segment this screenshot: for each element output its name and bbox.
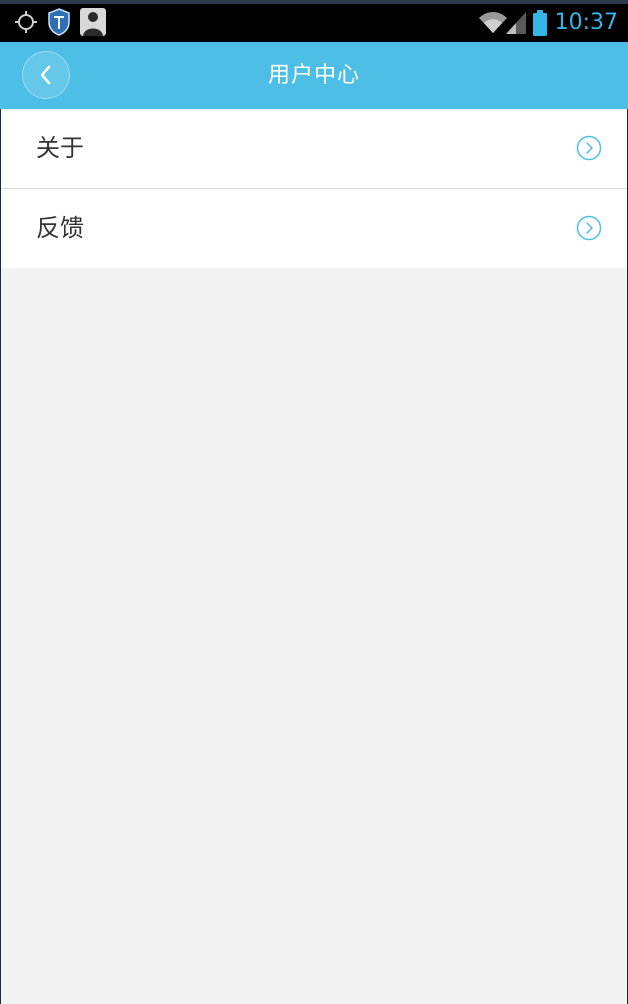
signal-icon bbox=[506, 12, 526, 38]
status-bar: 10:37 bbox=[0, 0, 628, 42]
status-time: 10:37 bbox=[554, 10, 618, 35]
battery-icon bbox=[533, 10, 547, 40]
back-button[interactable] bbox=[22, 51, 70, 99]
menu-item-feedback[interactable]: 反馈 bbox=[0, 188, 628, 268]
wifi-icon bbox=[478, 10, 508, 38]
chevron-left-icon bbox=[40, 65, 51, 85]
window-left-edge bbox=[0, 109, 1, 1004]
app-header: 用户中心 bbox=[0, 42, 628, 109]
avatar-icon bbox=[80, 8, 106, 40]
page-title: 用户中心 bbox=[267, 63, 360, 88]
app-screen: 10:37 用户中心 关于 反馈 bbox=[0, 0, 628, 1004]
gps-icon bbox=[14, 10, 38, 38]
menu-item-label: 关于 bbox=[36, 134, 84, 162]
menu-item-about[interactable]: 关于 bbox=[0, 109, 628, 188]
chevron-right-circle-icon bbox=[576, 215, 602, 241]
chevron-right-circle-icon bbox=[576, 135, 602, 161]
shield-icon bbox=[48, 8, 70, 40]
menu-list: 关于 反馈 bbox=[0, 109, 628, 268]
menu-item-label: 反馈 bbox=[36, 214, 84, 242]
